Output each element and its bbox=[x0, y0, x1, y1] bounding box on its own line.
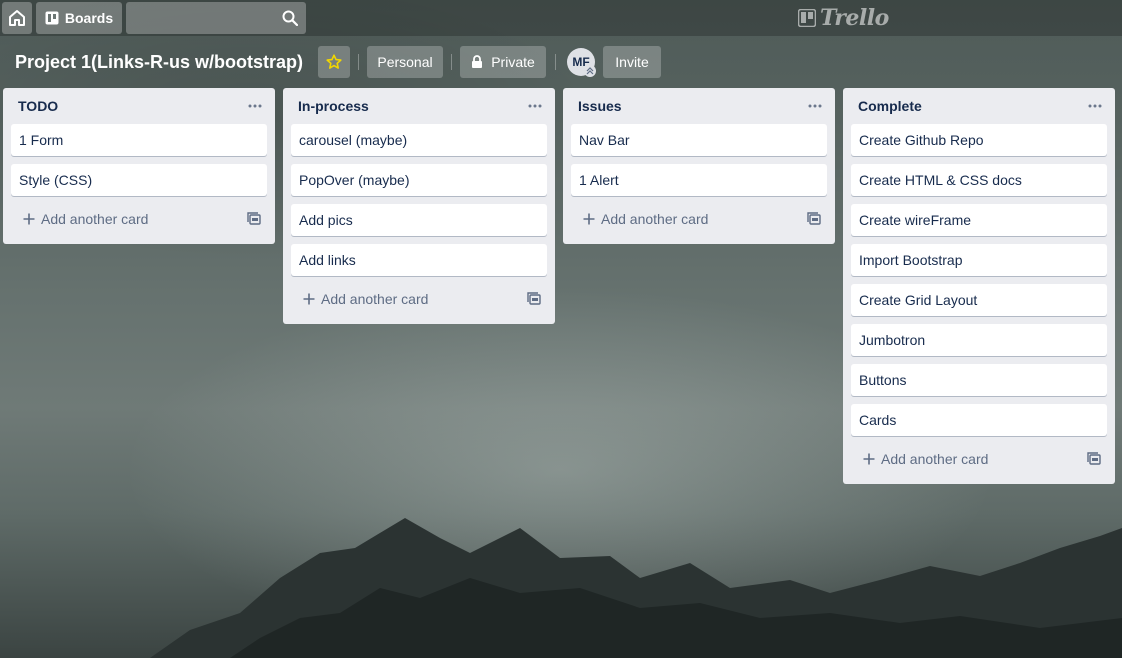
card[interactable]: Cards bbox=[851, 404, 1107, 436]
divider bbox=[358, 54, 359, 70]
star-button[interactable] bbox=[318, 46, 350, 78]
divider bbox=[555, 54, 556, 70]
card[interactable]: Create Grid Layout bbox=[851, 284, 1107, 316]
list-header: In-process bbox=[283, 88, 555, 124]
card[interactable]: Jumbotron bbox=[851, 324, 1107, 356]
search-input[interactable] bbox=[126, 2, 292, 34]
add-card-label: Add another card bbox=[601, 211, 709, 227]
plus-icon bbox=[23, 213, 35, 225]
card[interactable]: Create HTML & CSS docs bbox=[851, 164, 1107, 196]
plus-icon bbox=[863, 453, 875, 465]
card-template-icon[interactable] bbox=[807, 212, 821, 226]
list-header: TODO bbox=[3, 88, 275, 124]
card[interactable]: Nav Bar bbox=[571, 124, 827, 156]
card-template-icon[interactable] bbox=[527, 292, 541, 306]
logo-text: Trello bbox=[820, 5, 889, 31]
list-title[interactable]: Complete bbox=[858, 98, 922, 114]
list-in-process: In-process carousel (maybe) PopOver (may… bbox=[283, 88, 555, 324]
more-icon[interactable] bbox=[1087, 96, 1103, 116]
trello-logo-icon bbox=[798, 9, 816, 27]
top-header: Boards Trello bbox=[0, 0, 1122, 36]
home-button[interactable] bbox=[2, 2, 32, 34]
card[interactable]: Buttons bbox=[851, 364, 1107, 396]
search-field[interactable] bbox=[126, 2, 306, 34]
card[interactable]: Style (CSS) bbox=[11, 164, 267, 196]
lock-icon bbox=[472, 55, 483, 68]
add-card-button[interactable]: Add another card bbox=[851, 444, 1071, 474]
add-card-button[interactable]: Add another card bbox=[291, 284, 511, 314]
boards-label: Boards bbox=[64, 10, 114, 26]
card[interactable]: PopOver (maybe) bbox=[291, 164, 547, 196]
add-card-button[interactable]: Add another card bbox=[11, 204, 231, 234]
list-header: Issues bbox=[563, 88, 835, 124]
card[interactable]: carousel (maybe) bbox=[291, 124, 547, 156]
list-complete: Complete Create Github Repo Create HTML … bbox=[843, 88, 1115, 484]
team-visibility-button[interactable]: Personal bbox=[367, 46, 443, 78]
boards-icon bbox=[45, 11, 59, 25]
star-icon bbox=[326, 54, 342, 69]
list-title[interactable]: Issues bbox=[578, 98, 622, 114]
trello-logo[interactable]: Trello bbox=[798, 5, 889, 31]
card[interactable]: 1 Form bbox=[11, 124, 267, 156]
add-card-label: Add another card bbox=[41, 211, 149, 227]
more-icon[interactable] bbox=[807, 96, 823, 116]
boards-button[interactable]: Boards bbox=[36, 2, 122, 34]
privacy-button[interactable]: Private bbox=[460, 46, 546, 78]
admin-badge-icon bbox=[584, 65, 596, 77]
more-icon[interactable] bbox=[247, 96, 263, 116]
list-issues: Issues Nav Bar 1 Alert Add another card bbox=[563, 88, 835, 244]
list-title[interactable]: In-process bbox=[298, 98, 369, 114]
list-todo: TODO 1 Form Style (CSS) Add another card bbox=[3, 88, 275, 244]
card[interactable]: Create wireFrame bbox=[851, 204, 1107, 236]
plus-icon bbox=[303, 293, 315, 305]
divider bbox=[451, 54, 452, 70]
card-template-icon[interactable] bbox=[247, 212, 261, 226]
card[interactable]: 1 Alert bbox=[571, 164, 827, 196]
add-card-button[interactable]: Add another card bbox=[571, 204, 791, 234]
add-card-label: Add another card bbox=[321, 291, 429, 307]
mountain-background bbox=[150, 518, 1122, 658]
card[interactable]: Create Github Repo bbox=[851, 124, 1107, 156]
list-header: Complete bbox=[843, 88, 1115, 124]
card-template-icon[interactable] bbox=[1087, 452, 1101, 466]
card[interactable]: Add links bbox=[291, 244, 547, 276]
card[interactable]: Add pics bbox=[291, 204, 547, 236]
home-icon bbox=[9, 10, 25, 26]
invite-button[interactable]: Invite bbox=[603, 46, 661, 78]
search-icon[interactable] bbox=[282, 10, 298, 26]
privacy-label: Private bbox=[491, 54, 535, 70]
plus-icon bbox=[583, 213, 595, 225]
card[interactable]: Import Bootstrap bbox=[851, 244, 1107, 276]
list-title[interactable]: TODO bbox=[18, 98, 58, 114]
add-card-label: Add another card bbox=[881, 451, 989, 467]
board-title[interactable]: Project 1(Links-R-us w/bootstrap) bbox=[15, 50, 303, 74]
more-icon[interactable] bbox=[527, 96, 543, 116]
